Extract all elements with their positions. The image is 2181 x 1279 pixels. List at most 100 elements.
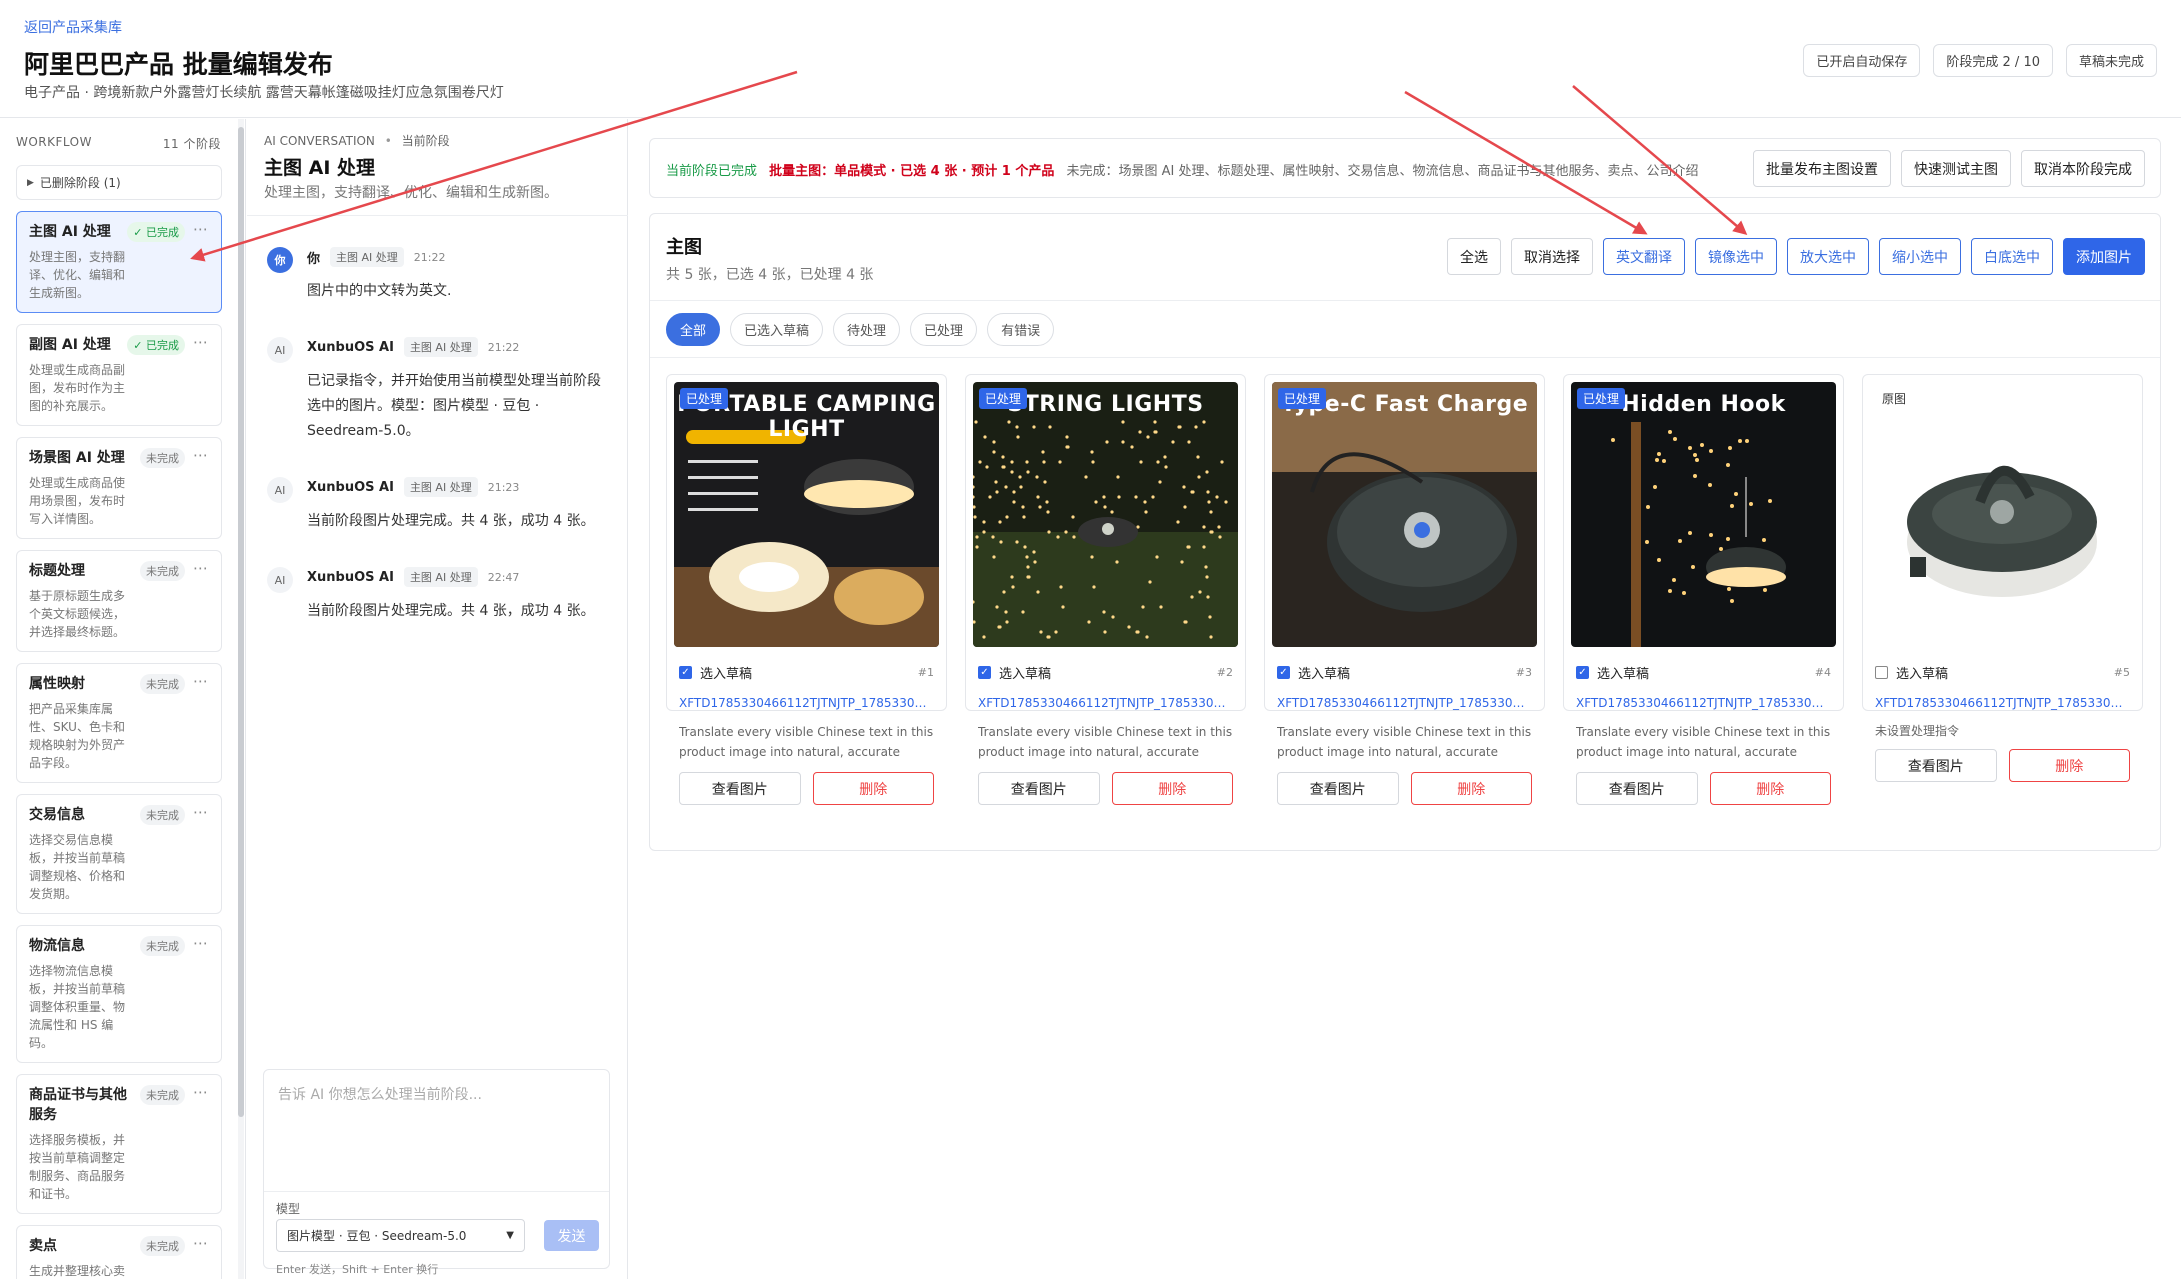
sidebar-scrollbar[interactable] [238, 119, 244, 1279]
delete-image-button[interactable]: 删除 [812, 772, 934, 805]
filter-chip[interactable]: 有错误 [987, 313, 1055, 346]
view-image-button[interactable]: 查看图片 [1875, 749, 1997, 782]
check-icon[interactable]: ✓ [978, 666, 991, 679]
more-dots-icon[interactable]: ⋯ [193, 333, 209, 351]
product-image-illustration [1870, 382, 2135, 647]
more-dots-icon[interactable]: ⋯ [193, 220, 209, 238]
workflow-step-card[interactable]: 副图 AI 处理 ✓ 已完成 ⋯ 处理或生成商品副图，发布时作为主图的补充展示。 [16, 324, 222, 426]
view-image-button[interactable]: 查看图片 [1576, 772, 1698, 805]
workflow-step-card[interactable]: 卖点 未完成 ⋯ 生成并整理核心卖点、短描述和长描述。 [16, 1225, 222, 1279]
select-row: ✓ 选入草稿 #3 [1277, 663, 1532, 682]
workflow-step-card[interactable]: 标题处理 未完成 ⋯ 基于原标题生成多个英文标题候选，并选择最终标题。 [16, 550, 222, 652]
sidebar-scrollbar-thumb[interactable] [238, 127, 244, 1117]
message-meta: XunbuOS AI 主图 AI 处理 22:47 [307, 567, 612, 587]
image-index: #4 [1814, 666, 1831, 679]
step-description: 处理主图，支持翻译、优化、编辑和生成新图。 [29, 250, 126, 300]
image-status-tag: 已处理 [979, 388, 1028, 409]
more-dots-icon[interactable]: ⋯ [193, 934, 209, 952]
check-icon[interactable] [1875, 666, 1888, 679]
select-draft-checkbox[interactable]: ✓ 选入草稿 [978, 663, 1051, 682]
delete-image-button[interactable]: 删除 [1111, 772, 1233, 805]
english-translate-button[interactable]: 英文翻译 [1603, 238, 1685, 275]
more-dots-icon[interactable]: ⋯ [193, 559, 209, 577]
view-image-button[interactable]: 查看图片 [1277, 772, 1399, 805]
deselect-button[interactable]: 取消选择 [1511, 238, 1593, 275]
more-dots-icon[interactable]: ⋯ [193, 803, 209, 821]
delete-image-button[interactable]: 删除 [1709, 772, 1831, 805]
step-status-badge: 未完成 [140, 448, 185, 468]
stage-status-text: 当前阶段已完成 批量主图：单品模式 · 已选 4 张 · 预计 1 个产品 未完… [666, 160, 1698, 179]
step-description: 基于原标题生成多个英文标题候选，并选择最终标题。 [29, 589, 126, 639]
step-status-badge: ✓ 已完成 [127, 335, 185, 355]
message-stage-tag: 主图 AI 处理 [403, 337, 478, 357]
conversation-label: AI CONVERSATION [264, 134, 375, 148]
workflow-step-card[interactable]: 主图 AI 处理 ✓ 已完成 ⋯ 处理主图，支持翻译、优化、编辑和生成新图。 [16, 211, 222, 313]
select-draft-checkbox[interactable]: ✓ 选入草稿 [1277, 663, 1350, 682]
step-description: 选择服务模板，并按当前草稿调整定制服务、商品服务和证书。 [29, 1133, 126, 1201]
workflow-step-card[interactable]: 属性映射 未完成 ⋯ 把产品采集库属性、SKU、色卡和规格映射为外贸产品字段。 [16, 663, 222, 783]
white-background-button[interactable]: 白底选中 [1971, 238, 2053, 275]
image-file-link[interactable]: XFTD1785330466112TJTNJTP_1785330466112..… [1875, 696, 2130, 710]
back-to-library-link[interactable]: 返回产品采集库 [24, 17, 122, 37]
product-image[interactable]: 已处理 STRING LIGHTS [973, 382, 1238, 647]
message-time: 21:22 [487, 340, 520, 354]
step-status-badge: 未完成 [140, 1085, 185, 1105]
product-image[interactable]: 原图 [1870, 382, 2135, 647]
delete-image-button[interactable]: 删除 [1410, 772, 1532, 805]
image-file-link[interactable]: XFTD1785330466112TJTNJTP_1785330466112..… [978, 696, 1233, 710]
workflow-step-card[interactable]: 物流信息 未完成 ⋯ 选择物流信息模板，并按当前草稿调整体积重量、物流属性和 HS 编… [16, 925, 222, 1063]
step-description: 生成并整理核心卖点、短描述和长描述。 [29, 1264, 126, 1278]
product-image-illustration [1272, 382, 1537, 647]
product-image-illustration [973, 382, 1238, 647]
deleted-stages-toggle[interactable]: ▶ 已删除阶段 (1) [16, 165, 222, 200]
cancel-stage-complete-button[interactable]: 取消本阶段完成 [2021, 150, 2145, 187]
enlarge-selected-button[interactable]: 放大选中 [1787, 238, 1869, 275]
stage-actions: 批量发布主图设置 快速测试主图 取消本阶段完成 [1753, 150, 2145, 187]
bulk-publish-settings-button[interactable]: 批量发布主图设置 [1753, 150, 1891, 187]
shrink-selected-button[interactable]: 缩小选中 [1879, 238, 1961, 275]
select-draft-label: 选入草稿 [1298, 667, 1351, 682]
select-draft-checkbox[interactable]: ✓ 选入草稿 [679, 663, 752, 682]
product-image[interactable]: 已处理 Hidden Hook [1571, 382, 1836, 647]
image-file-link[interactable]: XFTD1785330466112TJTNJTP_1785330466112..… [1576, 696, 1831, 710]
workflow-step-card[interactable]: 场景图 AI 处理 未完成 ⋯ 处理或生成商品使用场景图，发布时写入详情图。 [16, 437, 222, 539]
workflow-step-card[interactable]: 交易信息 未完成 ⋯ 选择交易信息模板，并按当前草稿调整规格、价格和发货期。 [16, 794, 222, 914]
model-select[interactable]: 图片模型 · 豆包 · Seedream-5.0 ▼ [276, 1219, 525, 1252]
step-status-badge: 未完成 [140, 674, 185, 694]
filter-chip[interactable]: 全部 [666, 313, 721, 346]
filter-chip[interactable]: 已处理 [910, 313, 978, 346]
select-draft-checkbox[interactable]: 选入草稿 [1875, 663, 1948, 682]
image-file-link[interactable]: XFTD1785330466112TJTNJTP_1785330466112..… [679, 696, 934, 710]
quick-test-button[interactable]: 快速测试主图 [1901, 150, 2011, 187]
select-draft-checkbox[interactable]: ✓ 选入草稿 [1576, 663, 1649, 682]
step-description: 选择物流信息模板，并按当前草稿调整体积重量、物流属性和 HS 编码。 [29, 964, 126, 1050]
message-time: 22:47 [487, 570, 520, 584]
send-button[interactable]: 发送 [544, 1220, 599, 1251]
add-image-button[interactable]: 添加图片 [2063, 238, 2145, 275]
view-image-button[interactable]: 查看图片 [679, 772, 801, 805]
check-icon[interactable]: ✓ [679, 666, 692, 679]
image-index: #1 [917, 666, 934, 679]
filter-chip[interactable]: 已选入草稿 [730, 313, 824, 346]
product-image[interactable]: 已处理 Type-C Fast Charge [1272, 382, 1537, 647]
view-image-button[interactable]: 查看图片 [978, 772, 1100, 805]
more-dots-icon[interactable]: ⋯ [193, 1083, 209, 1101]
more-dots-icon[interactable]: ⋯ [193, 1234, 209, 1252]
delete-image-button[interactable]: 删除 [2008, 749, 2130, 782]
select-all-button[interactable]: 全选 [1447, 238, 1501, 275]
workflow-step-card[interactable]: 商品证书与其他服务 未完成 ⋯ 选择服务模板，并按当前草稿调整定制服务、商品服务和证书… [16, 1074, 222, 1214]
filter-chip[interactable]: 待处理 [833, 313, 901, 346]
image-card-actions: 查看图片 删除 [1277, 772, 1532, 805]
divider [650, 300, 2160, 301]
chevron-down-icon: ▼ [506, 1230, 514, 1241]
check-icon[interactable]: ✓ [1277, 666, 1290, 679]
product-image[interactable]: 已处理 PORTABLE CAMPING LIGHT [674, 382, 939, 647]
mirror-selected-button[interactable]: 镜像选中 [1695, 238, 1777, 275]
more-dots-icon[interactable]: ⋯ [193, 672, 209, 690]
more-dots-icon[interactable]: ⋯ [193, 446, 209, 464]
prompt-input[interactable] [278, 1084, 596, 1184]
check-icon[interactable]: ✓ [1576, 666, 1589, 679]
image-file-link[interactable]: XFTD1785330466112TJTNJTP_1785330466112F.… [1277, 696, 1532, 710]
image-card-footer: ✓ 选入草稿 #4 XFTD1785330466112TJTNJTP_17853304… [1576, 663, 1831, 805]
image-toolbar: 全选 取消选择 英文翻译 镜像选中 放大选中 缩小选中 白底选中 添加图片 [1447, 238, 2145, 275]
